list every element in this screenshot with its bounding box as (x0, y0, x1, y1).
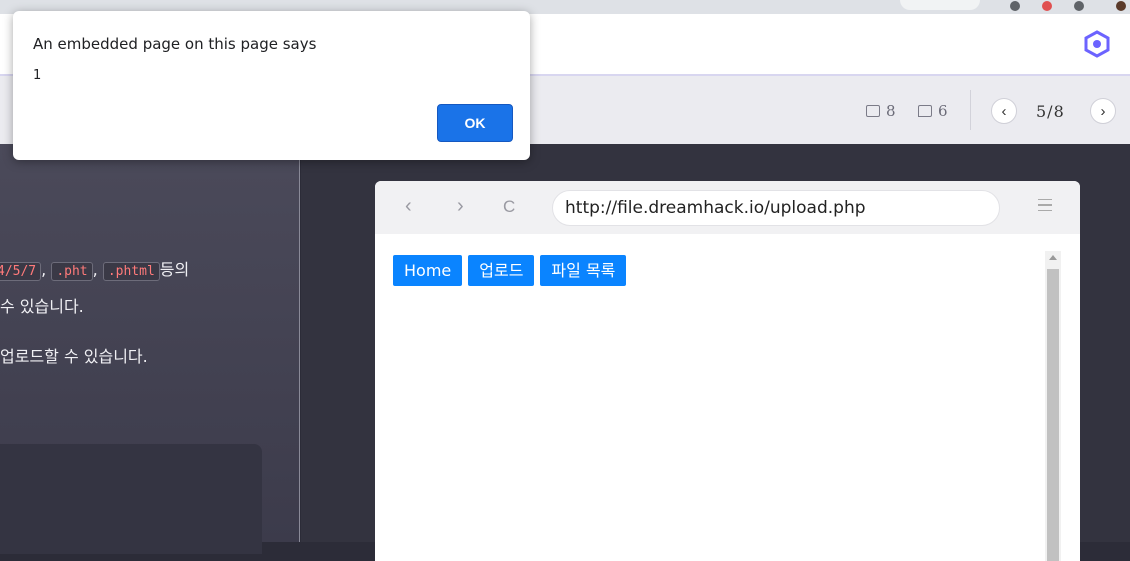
chevron-left-icon: ‹ (1001, 102, 1007, 120)
extension-icon[interactable] (1042, 1, 1052, 11)
scroll-thumb (1047, 269, 1059, 561)
code-snippet: 4/5/7 (0, 262, 42, 281)
reload-icon: C (503, 197, 516, 216)
slide-area: ‹ › C http://file.dreamhack.io/upload.ph… (301, 144, 1130, 561)
mock-url-bar: http://file.dreamhack.io/upload.php (552, 190, 1000, 226)
toolbar-divider (970, 90, 971, 130)
alert-title: An embedded page on this page says (33, 35, 317, 53)
mock-site-nav: Home 업로드 파일 목록 (393, 255, 627, 286)
mock-upload-button: 업로드 (468, 255, 535, 286)
page-indicator: 5/8 (1036, 102, 1065, 121)
code-snippet: .pht (51, 262, 93, 281)
mock-browser-toolbar: ‹ › C http://file.dreamhack.io/upload.ph… (375, 181, 1080, 234)
prev-page-button[interactable]: ‹ (991, 98, 1017, 124)
lecture-text: 등의 (159, 260, 190, 279)
separator: , (92, 260, 98, 279)
extension-icon[interactable] (1074, 1, 1084, 11)
menu-icon (1038, 199, 1052, 211)
question-count[interactable]: 8 (866, 102, 896, 120)
alert-message: 1 (33, 68, 42, 83)
comment-count[interactable]: 6 (918, 102, 948, 120)
mock-scrollbar (1045, 251, 1061, 561)
mock-home-button: Home (393, 255, 463, 286)
separator: , (41, 260, 47, 279)
scroll-up-icon (1049, 255, 1057, 260)
code-snippet: .phtml (102, 262, 160, 281)
lecture-line-2: 수 있습니다. (0, 297, 84, 316)
back-icon: ‹ (405, 195, 412, 217)
question-icon (866, 105, 880, 117)
alert-dialog: An embedded page on this page says 1 OK (13, 11, 530, 160)
extension-icon[interactable] (1010, 1, 1020, 11)
code-block (0, 444, 262, 554)
lecture-line-1: 4/5/7, .pht, .phtml 등의 (0, 256, 189, 281)
dreamhack-logo-icon[interactable] (1084, 30, 1110, 58)
browser-mockup: ‹ › C http://file.dreamhack.io/upload.ph… (375, 181, 1080, 561)
forward-icon: › (457, 195, 464, 217)
mock-file-list-button: 파일 목록 (540, 255, 627, 286)
lecture-line-3: 업로드할 수 있습니다. (0, 347, 148, 366)
comment-icon (918, 105, 932, 117)
lecture-content-panel: 4/5/7, .pht, .phtml 등의 수 있습니다. 업로드할 수 있습니… (0, 144, 300, 554)
profile-avatar[interactable] (1116, 1, 1126, 11)
ok-button[interactable]: OK (437, 104, 513, 142)
active-tab-edge (900, 0, 980, 10)
chevron-right-icon: › (1100, 102, 1106, 120)
next-page-button[interactable]: › (1090, 98, 1116, 124)
